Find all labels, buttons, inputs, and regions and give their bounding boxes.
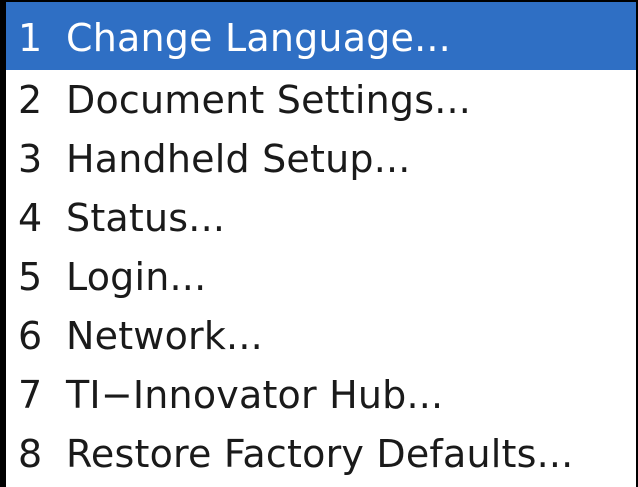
menu-item-label: TI−Innovator Hub... [66,372,444,417]
menu-item-restore-factory-defaults[interactable]: 8 Restore Factory Defaults... [6,424,636,483]
menu-item-number: 7 [18,372,43,417]
menu-item-number: 1 [18,16,43,60]
menu-item-label: Handheld Setup... [66,136,411,181]
menu-item-number: 4 [18,195,43,240]
menu-item-login[interactable]: 5 Login... [6,247,636,306]
menu-item-change-language[interactable]: 1 Change Language... [6,2,636,70]
menu-item-status[interactable]: 4 Status... [6,188,636,247]
menu-item-number: 6 [18,313,43,358]
menu-item-label: Status... [66,195,226,240]
menu-item-number: 2 [18,77,43,122]
menu-item-number: 8 [18,431,43,476]
menu-item-document-settings[interactable]: 2 Document Settings... [6,70,636,129]
menu-item-number: 3 [18,136,43,181]
menu-item-label: Change Language... [66,16,451,60]
menu-item-label: Network... [66,313,263,358]
menu-item-label: Document Settings... [66,77,472,122]
menu-item-ti-innovator-hub[interactable]: 7 TI−Innovator Hub... [6,365,636,424]
settings-menu: 1 Change Language... 2 Document Settings… [0,0,638,487]
menu-item-number: 5 [18,254,43,299]
menu-item-network[interactable]: 6 Network... [6,306,636,365]
menu-item-label: Restore Factory Defaults... [66,431,574,476]
menu-item-label: Login... [66,254,207,299]
menu-item-handheld-setup[interactable]: 3 Handheld Setup... [6,129,636,188]
